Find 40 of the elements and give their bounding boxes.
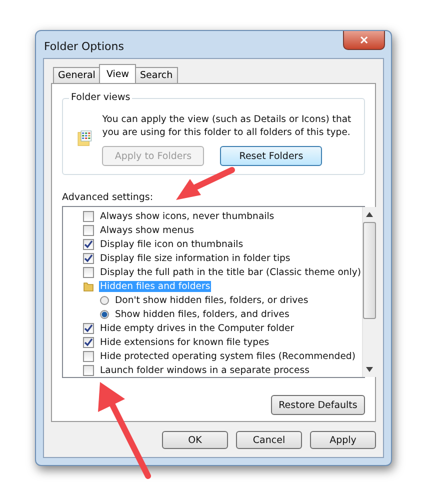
checkbox[interactable] <box>83 364 94 376</box>
folder-button[interactable]: Reset Folders <box>220 146 322 166</box>
tab[interactable]: General <box>53 67 100 83</box>
dialog-button[interactable]: Apply <box>310 431 376 449</box>
dialog-button[interactable]: Cancel <box>236 431 302 449</box>
window-title: Folder Options <box>44 40 124 53</box>
folder-icon <box>83 280 94 292</box>
scroll-up-icon[interactable] <box>366 212 373 217</box>
setting-label: Always show menus <box>99 224 195 236</box>
setting-label: Hide protected operating system files (Recommended) <box>99 350 356 362</box>
group-title: Folder views <box>69 92 132 103</box>
restore-defaults-button[interactable]: Restore Defaults <box>271 395 365 415</box>
checkbox[interactable] <box>83 266 94 278</box>
section-label: Advanced settings: <box>62 192 154 203</box>
checkbox[interactable] <box>83 224 94 236</box>
tab[interactable]: View <box>99 64 136 83</box>
setting-label: Hide extensions for known file types <box>99 336 270 348</box>
checkbox[interactable] <box>83 350 94 362</box>
setting-label: Hide empty drives in the Computer folder <box>99 322 296 334</box>
radio-button[interactable] <box>100 310 109 318</box>
checkbox[interactable] <box>83 322 94 334</box>
setting-label: Always show icons, never thumbnails <box>99 210 276 222</box>
tab[interactable]: Search <box>135 67 178 83</box>
checkbox[interactable] <box>83 210 94 222</box>
scrollbar[interactable] <box>362 207 376 377</box>
setting-label: Show hidden files, folders, and drives <box>114 308 290 320</box>
checkbox[interactable] <box>83 238 94 250</box>
setting-label: Display file size information in folder tips <box>99 252 292 264</box>
setting-label: Launch folder windows in a separate process <box>99 364 310 376</box>
radio-button[interactable] <box>100 296 109 304</box>
setting-label: Display the full path in the title bar (Classic theme only) <box>99 266 362 278</box>
description-text: You can apply the view (such as Details or Icons) that you are using for this folder to all folders of this type. <box>102 113 352 139</box>
setting-label: Don't show hidden files, folders, or drives <box>114 294 310 306</box>
checkbox[interactable] <box>83 252 94 264</box>
setting-label: Display file icon on thumbnails <box>99 238 244 250</box>
checkbox[interactable] <box>83 336 94 348</box>
arrow <box>176 167 235 200</box>
scroll-down-icon[interactable] <box>366 367 373 372</box>
scroll-thumb[interactable] <box>362 222 376 319</box>
dialog-button[interactable]: OK <box>162 431 228 449</box>
